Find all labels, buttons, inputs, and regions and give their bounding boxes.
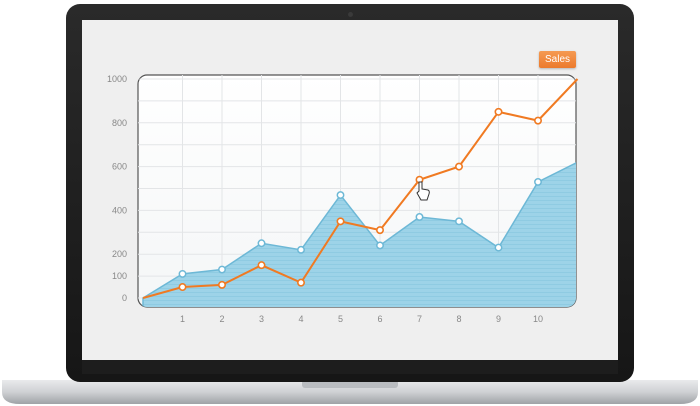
area-point <box>415 213 424 221</box>
x-tick-label: 9 <box>496 314 501 324</box>
area-point <box>297 245 305 254</box>
legend-sales-badge[interactable]: Sales <box>539 51 576 68</box>
sales-point <box>296 278 305 287</box>
y-tick-label: 1000 <box>107 74 127 84</box>
area-point <box>178 269 187 278</box>
x-tick-label: 8 <box>456 314 461 324</box>
x-tick-label: 10 <box>533 314 543 324</box>
x-tick-label: 1 <box>180 314 185 324</box>
sales-point <box>494 107 503 116</box>
x-tick-label: 7 <box>417 314 422 324</box>
sales-point <box>178 283 187 292</box>
area-point <box>494 243 503 252</box>
sales-point <box>454 162 463 171</box>
area-point <box>455 217 463 226</box>
laptop-illustration: 0 100 200 400 600 800 1000 1 2 3 4 5 6 7 8 9 10 <box>2 4 698 404</box>
y-tick-label: 200 <box>112 249 127 259</box>
area-point <box>218 265 226 274</box>
sales-point <box>257 261 266 270</box>
sales-point <box>375 226 384 235</box>
area-point <box>534 177 542 186</box>
sales-point <box>533 116 542 125</box>
screen-bottom-strip <box>82 360 618 374</box>
sales-point <box>218 280 227 289</box>
x-tick-label: 5 <box>338 314 343 324</box>
area-point <box>376 241 384 250</box>
sales-point <box>336 217 345 226</box>
y-tick-label: 800 <box>112 118 127 128</box>
x-tick-label: 2 <box>219 314 224 324</box>
x-tick-label: 4 <box>298 314 303 324</box>
area-point <box>336 191 345 200</box>
y-tick-label: 600 <box>112 162 127 172</box>
camera-icon <box>348 12 353 17</box>
x-tick-label: 6 <box>377 314 382 324</box>
y-tick-label: 0 <box>122 293 127 303</box>
y-tick-label: 100 <box>112 271 127 281</box>
area-point <box>257 239 266 248</box>
x-tick-label: 3 <box>259 314 264 324</box>
y-tick-label: 400 <box>112 205 127 215</box>
